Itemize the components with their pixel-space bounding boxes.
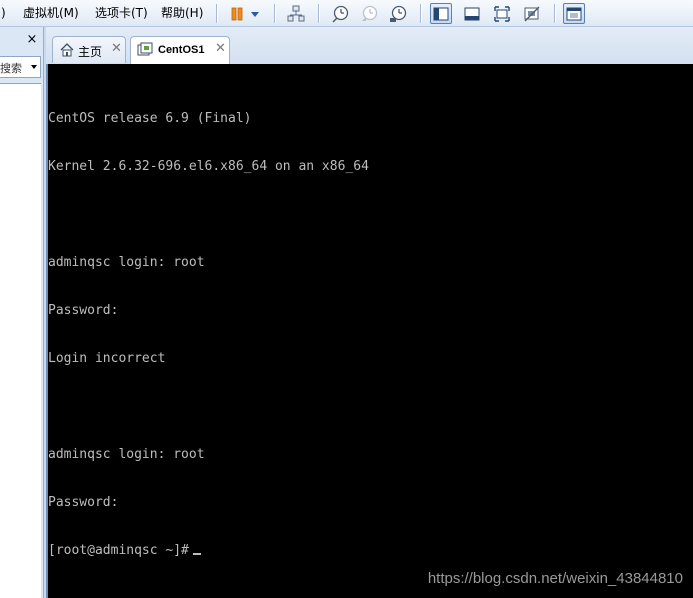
text-cursor [192, 553, 201, 555]
vm-icon [137, 42, 153, 56]
toolbar-separator [274, 4, 276, 23]
show-thumbnail-bar-button[interactable] [461, 3, 483, 24]
console-line: adminqsc login: root [48, 255, 205, 270]
console-line: Password: [48, 303, 119, 318]
console-prompt: [root@adminqsc ~]# [48, 543, 189, 558]
menu-toolbar-bar: ) 虚拟机(M) 选项卡(T) 帮助(H) [0, 0, 693, 27]
tab-home[interactable]: 主页 ✕ [52, 36, 126, 63]
vmware-window: ) 虚拟机(M) 选项卡(T) 帮助(H) × 搜索 主页 ✕ CentOS1 … [0, 0, 693, 598]
menu-item-help[interactable]: 帮助(H) [161, 5, 203, 21]
send-ctrl-alt-del-button[interactable] [285, 3, 307, 24]
power-menu-dropdown[interactable] [248, 3, 262, 24]
console-prompt-line: [root@adminqsc ~]# [48, 543, 369, 559]
toolbar-separator [420, 4, 422, 23]
console-output: CentOS release 6.9 (Final) Kernel 2.6.32… [48, 79, 369, 591]
network-icon [287, 5, 305, 21]
unity-icon [524, 6, 540, 21]
menu-item-vm[interactable]: 虚拟机(M) [23, 5, 79, 21]
fullscreen-button[interactable] [491, 3, 513, 24]
close-icon[interactable]: ✕ [111, 41, 122, 56]
revert-snapshot-button[interactable] [358, 3, 380, 24]
console-line: CentOS release 6.9 (Final) [48, 111, 252, 126]
library-close-button[interactable]: × [26, 33, 38, 46]
snapshot-manager-button[interactable] [387, 3, 409, 24]
console-line: Login incorrect [48, 351, 166, 366]
pause-button[interactable] [226, 3, 248, 24]
tab-centos1-label: CentOS1 [158, 44, 205, 56]
menu-item-tabs[interactable]: 选项卡(T) [95, 5, 148, 21]
unity-button[interactable] [521, 3, 543, 24]
library-panel: × 搜索 [0, 27, 44, 598]
show-library-button[interactable] [430, 3, 452, 24]
tab-strip: 主页 ✕ CentOS1 ✕ [46, 27, 693, 64]
watermark: https://blog.csdn.net/weixin_43844810 [427, 570, 683, 587]
snapshot-manager-icon [390, 5, 407, 22]
dropdown-arrow-icon [251, 11, 259, 17]
toolbar-separator [216, 4, 218, 23]
home-icon [60, 43, 74, 57]
console-line: Kernel 2.6.32-696.el6.x86_64 on an x86_6… [48, 159, 369, 174]
show-thumbnail-bar-icon [464, 7, 480, 20]
console-line: Password: [48, 495, 119, 510]
show-library-icon [433, 7, 449, 20]
take-snapshot-button[interactable] [329, 3, 351, 24]
chevron-down-icon[interactable] [31, 65, 37, 69]
snapshot-revert-icon [362, 5, 378, 21]
library-search-input[interactable]: 搜索 [0, 56, 41, 78]
vm-console[interactable]: CentOS release 6.9 (Final) Kernel 2.6.32… [46, 64, 693, 598]
tab-home-label: 主页 [78, 45, 103, 59]
tab-centos1[interactable]: CentOS1 ✕ [130, 36, 230, 64]
console-view-button[interactable] [563, 3, 585, 24]
library-search-text: 搜索 [0, 62, 22, 75]
toolbar-separator [554, 4, 556, 23]
close-icon[interactable]: ✕ [215, 41, 226, 56]
fullscreen-icon [494, 5, 510, 22]
console-line: adminqsc login: root [48, 447, 205, 462]
toolbar-separator [318, 4, 320, 23]
menu-item-view-fragment[interactable]: ) [1, 5, 6, 21]
console-view-icon [566, 7, 582, 20]
pause-icon [231, 7, 243, 20]
snapshot-take-icon [332, 5, 349, 23]
library-tree[interactable] [0, 83, 41, 598]
